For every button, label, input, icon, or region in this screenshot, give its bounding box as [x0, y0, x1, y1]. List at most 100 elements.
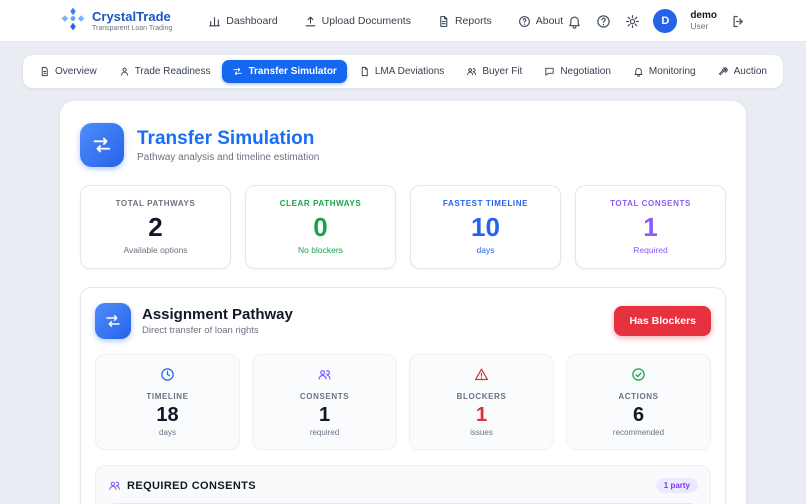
nav-upload-label: Upload Documents [321, 15, 411, 27]
about-icon [518, 15, 530, 27]
ptile-value: 6 [632, 404, 645, 426]
brand-tagline: Transparent Loan Trading [92, 24, 173, 32]
pathway-transfer-icon [95, 303, 131, 339]
nav-upload-documents[interactable]: Upload Documents [304, 15, 411, 28]
nav-reports-label: Reports [454, 15, 492, 27]
ptile-actions: ACTIONS 6 recommended [566, 354, 711, 450]
ptile-label: TIMELINE [146, 392, 189, 401]
assignment-pathway-card: Assignment Pathway Direct transfer of lo… [80, 287, 726, 504]
check-circle-icon [632, 368, 645, 381]
nav-about[interactable]: About [518, 15, 563, 28]
tab-overview[interactable]: Overview [29, 60, 107, 83]
tab-negotiation-label: Negotiation [560, 66, 611, 77]
ptile-label: ACTIONS [618, 392, 659, 401]
negotiation-chat-icon [545, 67, 554, 76]
nav-dashboard[interactable]: Dashboard [208, 15, 278, 28]
stat-sub: Required [633, 245, 668, 255]
stat-total-pathways: TOTAL PATHWAYS 2 Available options [80, 185, 231, 269]
tab-auction-label: Auction [733, 66, 767, 77]
stat-label: FASTEST TIMELINE [442, 199, 529, 208]
ptile-label: BLOCKERS [456, 392, 507, 401]
stat-sub: No blockers [298, 245, 343, 255]
header-actions: D demo User [566, 9, 746, 33]
tab-buyer-fit[interactable]: Buyer Fit [456, 60, 532, 83]
pathway-header: Assignment Pathway Direct transfer of lo… [95, 303, 711, 339]
brand[interactable]: CrystalTrade Transparent Loan Trading [60, 6, 172, 37]
stat-label: CLEAR PATHWAYS [279, 199, 362, 208]
logout-icon[interactable] [730, 13, 746, 29]
stat-value: 2 [148, 212, 163, 242]
ptile-value: 1 [475, 404, 488, 426]
gear-icon[interactable] [624, 13, 640, 29]
required-consents-section: REQUIRED CONSENTS 1 party Agent Low [95, 465, 711, 504]
stat-sub: Available options [123, 245, 188, 255]
summary-stats: TOTAL PATHWAYS 2 Available options CLEAR… [80, 185, 726, 269]
tab-trade-readiness-label: Trade Readiness [134, 66, 211, 77]
stat-value: 10 [471, 212, 500, 242]
ptile-consents: CONSENTS 1 required [252, 354, 397, 450]
page-subtitle: Pathway analysis and timeline estimation [137, 151, 320, 163]
consents-header: REQUIRED CONSENTS 1 party [108, 478, 698, 493]
ptile-sub: issues [470, 428, 493, 437]
stat-value: 1 [643, 212, 658, 242]
bell-icon[interactable] [566, 13, 582, 29]
page-header: Transfer Simulation Pathway analysis and… [80, 123, 726, 167]
ptile-blockers: BLOCKERS 1 issues [409, 354, 554, 450]
party-count-badge: 1 party [655, 478, 698, 493]
ptile-timeline: TIMELINE 18 days [95, 354, 240, 450]
help-icon[interactable] [595, 13, 611, 29]
has-blockers-button[interactable]: Has Blockers [614, 306, 711, 336]
ptile-value: 18 [156, 404, 179, 426]
tab-buyer-fit-label: Buyer Fit [482, 66, 523, 77]
top-header: CrystalTrade Transparent Loan Trading Da… [0, 0, 806, 42]
transfer-simulation-panel: Transfer Simulation Pathway analysis and… [60, 101, 746, 504]
stat-label: TOTAL CONSENTS [610, 199, 691, 208]
ptile-sub: days [159, 428, 176, 437]
nav-reports[interactable]: Reports [437, 15, 492, 28]
stat-total-consents: TOTAL CONSENTS 1 Required [575, 185, 726, 269]
stat-clear-pathways: CLEAR PATHWAYS 0 No blockers [245, 185, 396, 269]
clock-icon [161, 368, 174, 381]
dashboard-icon [209, 16, 221, 26]
avatar[interactable]: D [653, 9, 678, 33]
people-icon [318, 370, 331, 380]
tab-lma-deviations-label: LMA Deviations [374, 66, 445, 77]
page-title: Transfer Simulation [137, 127, 315, 149]
tab-lma-deviations[interactable]: LMA Deviations [349, 60, 454, 83]
transfer-icon [80, 123, 124, 167]
pathway-stats: TIMELINE 18 days CONSENTS 1 required BLO… [95, 354, 711, 450]
ptile-sub: recommended [612, 428, 665, 437]
auction-gavel-icon [718, 67, 728, 76]
tab-overview-label: Overview [55, 66, 97, 77]
tab-transfer-simulator-label: Transfer Simulator [248, 66, 337, 77]
ptile-value: 1 [318, 404, 331, 426]
ptile-sub: required [309, 428, 340, 437]
transfer-arrows-icon [233, 67, 243, 76]
tab-transfer-simulator[interactable]: Transfer Simulator [222, 60, 347, 83]
buyer-fit-people-icon [467, 68, 477, 76]
module-tabs: Overview Trade Readiness Transfer Simula… [23, 55, 783, 88]
tab-monitoring-label: Monitoring [648, 66, 696, 77]
upload-icon [305, 16, 316, 26]
nav-about-label: About [535, 15, 564, 27]
stat-label: TOTAL PATHWAYS [115, 199, 196, 208]
overview-doc-icon [41, 66, 48, 77]
monitoring-bell-icon [634, 67, 643, 77]
tab-monitoring[interactable]: Monitoring [623, 60, 706, 83]
tab-negotiation[interactable]: Negotiation [534, 60, 621, 83]
consents-title: REQUIRED CONSENTS [127, 479, 257, 492]
readiness-person-icon [120, 67, 128, 76]
tab-trade-readiness[interactable]: Trade Readiness [109, 60, 221, 83]
tab-auction[interactable]: Auction [708, 60, 777, 83]
reports-icon [440, 15, 448, 27]
pathway-subtitle: Direct transfer of loan rights [142, 325, 259, 336]
user-block: demo User [690, 11, 717, 30]
top-navigation: Dashboard Upload Documents Reports About [208, 15, 563, 28]
stat-value: 0 [313, 212, 328, 242]
brand-name: CrystalTrade [92, 9, 171, 25]
nav-dashboard-label: Dashboard [226, 15, 278, 27]
stat-sub: days [476, 245, 495, 255]
deviations-doc-icon [361, 66, 368, 77]
consents-people-icon [109, 481, 120, 490]
user-role: User [690, 20, 709, 31]
